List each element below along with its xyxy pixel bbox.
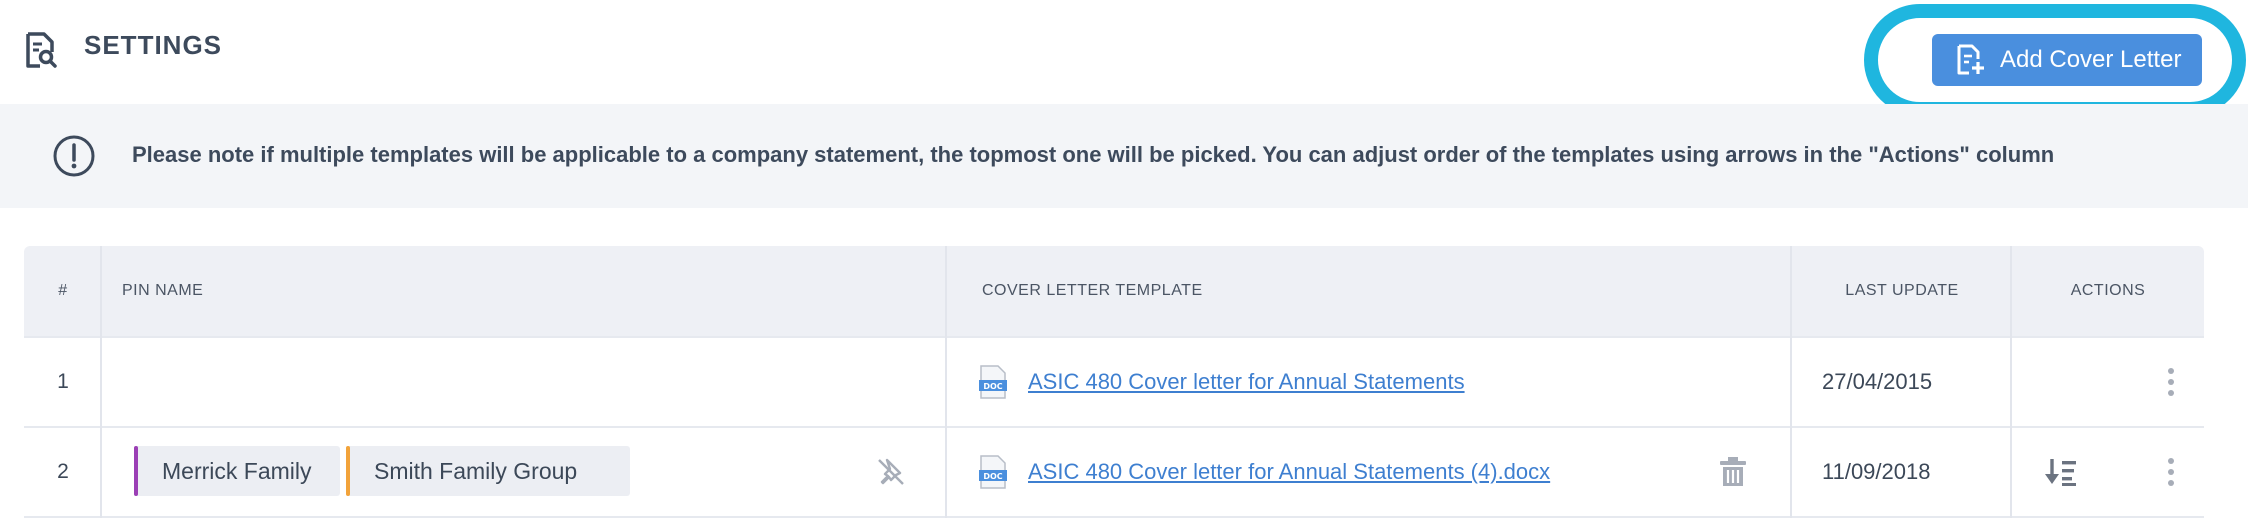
- add-document-icon: [1957, 44, 1984, 75]
- last-update-date: 27/04/2015: [1822, 369, 1933, 394]
- add-cover-letter-button[interactable]: Add Cover Letter: [1932, 34, 2202, 86]
- svg-text:DOC: DOC: [983, 382, 1002, 391]
- row-menu-button[interactable]: [2164, 338, 2178, 426]
- document-search-icon: [26, 32, 57, 68]
- column-header-number: #: [58, 282, 68, 299]
- info-notice: Please note if multiple templates will b…: [0, 104, 2248, 208]
- column-header-last-update: LAST UPDATE: [1845, 282, 1959, 299]
- page-header: SETTINGS Add Cover Letter: [0, 0, 2262, 116]
- row-menu-button[interactable]: [2164, 428, 2178, 516]
- docx-file-icon: DOC: [979, 455, 1007, 489]
- row-number: 1: [57, 370, 69, 393]
- kebab-menu-icon: [2164, 458, 2178, 486]
- template-cell: DOC ASIC 480 Cover letter for Annual Sta…: [978, 338, 1465, 426]
- column-header-pin-name: PIN NAME: [122, 282, 204, 299]
- template-link[interactable]: ASIC 480 Cover letter for Annual Stateme…: [1028, 369, 1465, 395]
- template-cell: DOC ASIC 480 Cover letter for Annual Sta…: [978, 428, 1550, 516]
- column-header-template: COVER LETTER TEMPLATE: [982, 282, 1203, 299]
- pin-tag-smith-family-group[interactable]: Smith Family Group: [346, 446, 630, 496]
- column-divider: [2010, 246, 2012, 518]
- table-row: 1 DOC ASIC 480 Cover letter for Annual S…: [24, 338, 2204, 428]
- column-header-actions: ACTIONS: [2070, 282, 2146, 299]
- table-header-row: # PIN NAME COVER LETTER TEMPLATE LAST UP…: [24, 246, 2204, 338]
- unpin-icon: [878, 458, 904, 485]
- delete-template-button[interactable]: [1718, 428, 1748, 516]
- info-circle-icon: [53, 135, 95, 177]
- unpin-button[interactable]: [874, 428, 908, 516]
- row-number: 2: [57, 460, 69, 483]
- notice-text: Please note if multiple templates will b…: [132, 142, 2055, 167]
- page-title: SETTINGS: [84, 30, 223, 60]
- trash-icon: [1720, 457, 1746, 486]
- last-update-date: 11/09/2018: [1822, 459, 1931, 484]
- column-divider: [100, 246, 102, 518]
- template-link[interactable]: ASIC 480 Cover letter for Annual Stateme…: [1028, 459, 1550, 485]
- sort-down-icon: [2045, 459, 2076, 486]
- add-cover-letter-label: Add Cover Letter: [2000, 46, 2182, 73]
- column-divider: [945, 246, 947, 518]
- move-down-button[interactable]: [2044, 428, 2078, 516]
- table-row: 2 Merrick Family Smith Family Group DOC …: [24, 428, 2204, 518]
- svg-text:DOC: DOC: [983, 472, 1002, 481]
- column-divider: [1790, 246, 1792, 518]
- pin-tag-merrick-family[interactable]: Merrick Family: [134, 446, 340, 496]
- kebab-menu-icon: [2164, 368, 2178, 396]
- docx-file-icon: DOC: [979, 365, 1007, 399]
